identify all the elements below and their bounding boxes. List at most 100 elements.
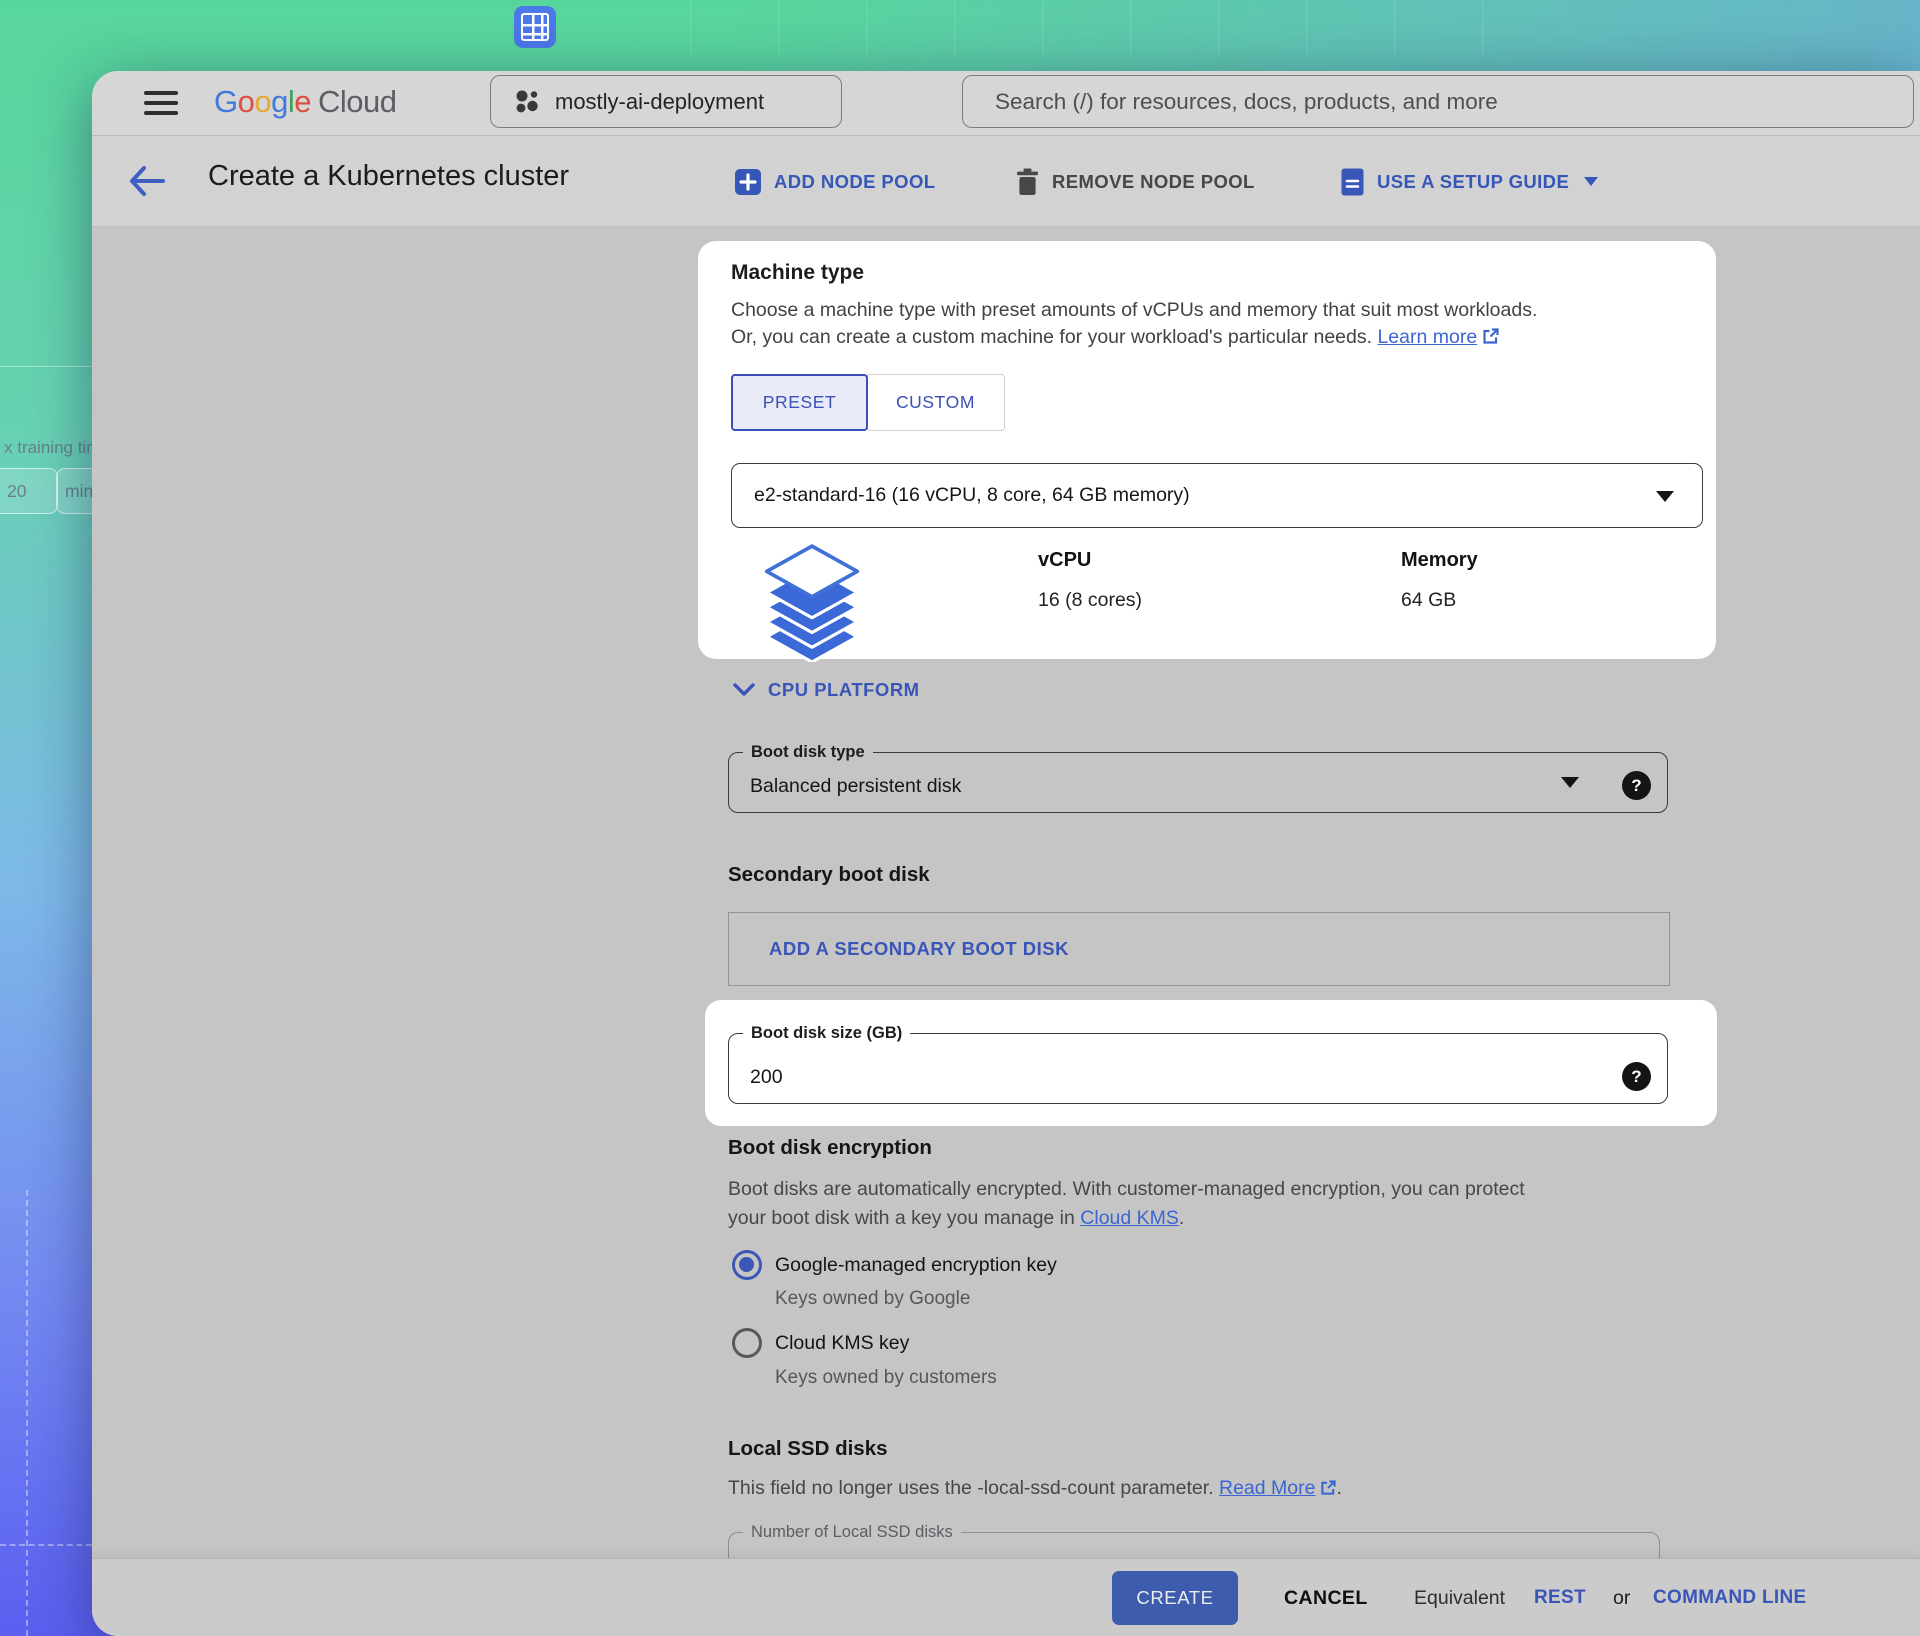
remove-node-pool-label: REMOVE NODE POOL [1052, 171, 1255, 193]
logo-letter: g [271, 84, 288, 119]
tab-custom[interactable]: CUSTOM [866, 374, 1005, 431]
menu-icon[interactable] [144, 91, 178, 116]
background-training-label: x training tim [4, 438, 100, 458]
cancel-button[interactable]: CANCEL [1284, 1559, 1368, 1636]
learn-more-link[interactable]: Learn more [1377, 326, 1477, 348]
or-label: or [1613, 1559, 1630, 1636]
select-caret-icon [1561, 777, 1579, 788]
description-line-2: Or, you can create a custom machine for … [731, 324, 1537, 351]
screen: x training tim 20 min GoogleCloud mostly… [0, 0, 1920, 1636]
boot-disk-size-value: 200 [750, 1066, 783, 1089]
help-icon[interactable]: ? [1622, 771, 1651, 800]
add-secondary-boot-disk-label: ADD A SECONDARY BOOT DISK [769, 938, 1069, 960]
boot-disk-size-card: Boot disk size (GB) 200 ? [705, 1000, 1717, 1126]
local-ssd-count-label: Number of Local SSD disks [743, 1523, 961, 1542]
radio-google-managed-key[interactable]: Google-managed encryption key [732, 1250, 1057, 1280]
app-bar: GoogleCloud mostly-ai-deployment Search … [92, 71, 1920, 135]
back-arrow-icon[interactable] [128, 165, 166, 197]
machine-type-tabs: PRESET CUSTOM [731, 374, 1005, 431]
use-setup-guide-button[interactable]: USE A SETUP GUIDE [1341, 136, 1598, 227]
external-link-icon [1320, 1480, 1336, 1496]
encryption-description-line-1: Boot disks are automatically encrypted. … [728, 1175, 1525, 1204]
memory-value: 64 GB [1401, 589, 1478, 612]
boot-disk-type-value: Balanced persistent disk [750, 775, 961, 798]
radio-label: Google-managed encryption key [775, 1254, 1057, 1277]
action-bar: CREATE CANCEL Equivalent REST or COMMAND… [92, 1558, 1920, 1636]
local-ssd-title: Local SSD disks [728, 1437, 888, 1461]
radio-label: Cloud KMS key [775, 1332, 909, 1355]
boot-disk-size-label: Boot disk size (GB) [743, 1024, 910, 1043]
vcpu-spec: vCPU 16 (8 cores) [1038, 549, 1142, 612]
plus-square-icon [735, 169, 761, 195]
command-line-link[interactable]: COMMAND LINE [1653, 1559, 1806, 1636]
machine-type-select[interactable]: e2-standard-16 (16 vCPU, 8 core, 64 GB m… [731, 463, 1703, 528]
tab-preset[interactable]: PRESET [731, 374, 868, 431]
project-icon [513, 88, 540, 115]
project-selector[interactable]: mostly-ai-deployment [490, 75, 842, 128]
logo-cloud-text: Cloud [318, 84, 397, 119]
trash-icon [1016, 168, 1039, 195]
document-icon [1341, 168, 1364, 196]
encryption-description-prefix: your boot disk with a key you manage in [728, 1207, 1080, 1229]
machine-type-selected-value: e2-standard-16 (16 vCPU, 8 core, 64 GB m… [754, 484, 1190, 507]
add-node-pool-label: ADD NODE POOL [774, 171, 935, 193]
local-ssd-description-suffix: . [1336, 1477, 1341, 1499]
background-grid-icon [514, 6, 556, 48]
memory-spec: Memory 64 GB [1401, 549, 1478, 612]
encryption-description-line-2: your boot disk with a key you manage in … [728, 1204, 1525, 1233]
read-more-link[interactable]: Read More [1219, 1477, 1315, 1499]
machine-type-card: Machine type Choose a machine type with … [698, 241, 1716, 659]
external-link-icon [1482, 328, 1499, 345]
logo-letter: e [294, 84, 311, 119]
secondary-boot-disk-title: Secondary boot disk [728, 863, 930, 887]
background-value-box: 20 [0, 468, 58, 514]
background-stripes [690, 0, 1570, 56]
boot-disk-size-input[interactable]: Boot disk size (GB) 200 ? [728, 1024, 1668, 1104]
console-window: GoogleCloud mostly-ai-deployment Search … [92, 71, 1920, 1636]
background-line [0, 366, 92, 367]
radio-cloud-kms-key[interactable]: Cloud KMS key [732, 1328, 909, 1358]
logo-letter: G [214, 84, 238, 119]
boot-disk-encryption-description: Boot disks are automatically encrypted. … [728, 1175, 1525, 1233]
create-button[interactable]: CREATE [1112, 1571, 1238, 1625]
vcpu-value: 16 (8 cores) [1038, 589, 1142, 612]
add-node-pool-button[interactable]: ADD NODE POOL [735, 136, 935, 227]
encryption-description-suffix: . [1179, 1207, 1184, 1229]
help-icon[interactable]: ? [1622, 1062, 1651, 1091]
remove-node-pool-button[interactable]: REMOVE NODE POOL [1016, 136, 1255, 227]
cloud-kms-link[interactable]: Cloud KMS [1080, 1207, 1179, 1229]
description-line-2-text: Or, you can create a custom machine for … [731, 326, 1372, 348]
machine-type-title: Machine type [731, 261, 864, 285]
cpu-platform-expander[interactable]: CPU PLATFORM [733, 679, 920, 701]
equivalent-label: Equivalent [1414, 1559, 1505, 1636]
use-setup-guide-label: USE A SETUP GUIDE [1377, 171, 1569, 193]
description-line-1: Choose a machine type with preset amount… [731, 297, 1537, 324]
form-content: Machine type Choose a machine type with … [92, 226, 1920, 1558]
select-caret-icon [1656, 491, 1674, 502]
vcpu-label: vCPU [1038, 549, 1142, 572]
radio-sublabel: Keys owned by Google [775, 1288, 970, 1310]
chevron-down-icon [1584, 177, 1598, 186]
boot-disk-encryption-title: Boot disk encryption [728, 1136, 932, 1160]
search-input[interactable]: Search (/) for resources, docs, products… [962, 75, 1914, 128]
google-cloud-logo[interactable]: GoogleCloud [214, 84, 397, 120]
radio-unselected-icon [732, 1328, 762, 1358]
logo-letter: o [238, 84, 255, 119]
boot-disk-type-select[interactable]: Boot disk type Balanced persistent disk … [728, 743, 1668, 813]
radio-selected-icon [732, 1250, 762, 1280]
local-ssd-description-prefix: This field no longer uses the -local-ssd… [728, 1477, 1219, 1499]
rest-link[interactable]: REST [1534, 1559, 1586, 1636]
background-dashed-horizontal [0, 1544, 92, 1546]
cpu-platform-label: CPU PLATFORM [768, 679, 920, 701]
local-ssd-count-input[interactable]: Number of Local SSD disks [728, 1523, 1660, 1558]
search-placeholder: Search (/) for resources, docs, products… [995, 89, 1498, 115]
add-secondary-boot-disk-button[interactable]: ADD A SECONDARY BOOT DISK [728, 912, 1670, 986]
radio-sublabel: Keys owned by customers [775, 1367, 997, 1389]
project-name: mostly-ai-deployment [555, 89, 764, 115]
machine-type-description: Choose a machine type with preset amount… [731, 297, 1537, 351]
page-title: Create a Kubernetes cluster [208, 160, 569, 193]
chevron-down-icon [733, 683, 755, 697]
boot-disk-type-label: Boot disk type [743, 743, 873, 762]
local-ssd-description: This field no longer uses the -local-ssd… [728, 1477, 1342, 1500]
layers-icon [753, 544, 871, 662]
